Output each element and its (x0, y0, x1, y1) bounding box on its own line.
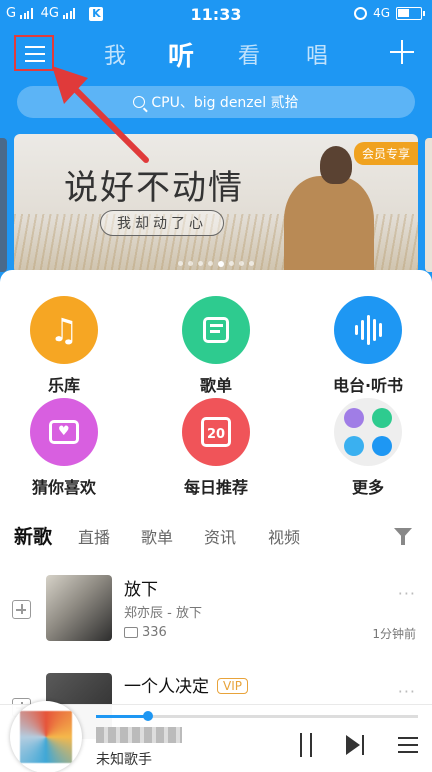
comment-count: 336 (142, 625, 167, 640)
music-note-icon: ♫ (30, 296, 98, 364)
entry-label: 更多 (351, 478, 384, 497)
add-song-button[interactable] (12, 600, 31, 619)
comment-icon (124, 627, 138, 638)
filter-icon[interactable] (394, 528, 412, 545)
sound-wave-icon (334, 296, 402, 364)
song-cover-image (46, 575, 112, 641)
banner-subtitle: 我却动了心 (100, 210, 224, 236)
banner-dot (229, 261, 234, 266)
song-time: 1分钟前 (372, 627, 416, 641)
tab-news[interactable]: 资讯 (204, 524, 236, 548)
alarm-icon (354, 6, 368, 20)
track-name-blurred (96, 727, 182, 743)
tab-live[interactable]: 直播 (78, 524, 110, 548)
player-artist: 未知歌手 (96, 752, 152, 768)
search-icon (133, 96, 146, 108)
network-right-label: 4G (373, 6, 390, 20)
entry-daily-picks[interactable]: 20 每日推荐 (156, 398, 276, 498)
hamburger-icon (25, 46, 45, 48)
banner-dot (218, 261, 224, 267)
battery-icon (396, 6, 425, 20)
playlist-icon (182, 296, 250, 364)
song-artist: 郑亦辰 - 放下 (124, 606, 202, 621)
banner-dot (249, 261, 254, 266)
status-bar: G 4G K 11:33 4G (0, 0, 432, 30)
tab-playlists[interactable]: 歌单 (141, 524, 173, 548)
search-placeholder: CPU、big denzel 贰拾 (151, 95, 299, 111)
banner-prev-peek (0, 138, 7, 272)
banner-dot (208, 261, 213, 266)
content-tabs: 新歌 直播 歌单 资讯 视频 (0, 520, 432, 550)
song-more-icon[interactable]: ··· (398, 682, 416, 701)
song-more-icon[interactable]: ··· (398, 584, 416, 603)
tab-listen[interactable]: 听 (168, 36, 194, 73)
tab-videos[interactable]: 视频 (268, 524, 300, 548)
app-screen: G 4G K 11:33 4G 我 听 看 唱 CPU、big denzel 贰… (0, 0, 432, 772)
menu-button[interactable] (14, 35, 54, 71)
banner-title: 说好不动情 (64, 168, 244, 208)
next-track-button[interactable] (346, 735, 366, 755)
entry-library[interactable]: ♫ 乐库 (4, 296, 124, 396)
entry-label: 每日推荐 (183, 478, 248, 497)
banner-next-peek (425, 138, 432, 272)
tab-sing[interactable]: 唱 (306, 38, 328, 70)
playback-progress[interactable] (96, 711, 418, 721)
song-title: 放下 (124, 580, 158, 600)
song-row[interactable]: 放下 郑亦辰 - 放下 336 1分钟前 ··· (0, 572, 432, 672)
banner-person-image (276, 146, 376, 274)
top-nav: 我 听 看 唱 (0, 30, 432, 80)
song-title: 一个人决定 VIP (124, 672, 248, 697)
banner-dot (188, 261, 193, 266)
banner-dot (178, 261, 183, 266)
entry-guess-you-like[interactable]: 猜你喜欢 (4, 398, 124, 498)
song-comments[interactable]: 336 (124, 625, 167, 640)
radio-heart-icon (30, 398, 98, 466)
progress-knob[interactable] (142, 711, 153, 721)
playlist-queue-button[interactable] (398, 737, 418, 755)
search-bar[interactable]: CPU、big denzel 贰拾 (17, 86, 415, 118)
pause-button[interactable] (298, 733, 314, 757)
banner-pagination (14, 261, 418, 267)
entry-label: 乐库 (47, 376, 80, 395)
add-button[interactable] (390, 40, 414, 64)
banner-member-tag: 会员专享 (353, 142, 418, 165)
banner-dot (239, 261, 244, 266)
more-apps-icon (334, 398, 402, 466)
song-title-text: 一个人决定 (124, 677, 209, 697)
promo-banner[interactable]: 说好不动情 我却动了心 会员专享 (14, 134, 418, 274)
calendar-date: 20 (201, 417, 231, 447)
tab-watch[interactable]: 看 (238, 38, 260, 70)
entry-radio-audiobook[interactable]: 电台·听书 (308, 296, 428, 396)
entry-label: 歌单 (199, 376, 232, 395)
banner-dot (198, 261, 203, 266)
vip-badge: VIP (217, 678, 248, 694)
status-right: 4G (354, 6, 425, 20)
entry-label: 猜你喜欢 (31, 478, 96, 497)
tab-new-songs[interactable]: 新歌 (14, 522, 52, 549)
entry-playlist[interactable]: 歌单 (156, 296, 276, 396)
progress-fill (96, 715, 148, 718)
player-album-art[interactable] (10, 701, 82, 772)
calendar-icon: 20 (182, 398, 250, 466)
tab-me[interactable]: 我 (104, 38, 126, 70)
mini-player[interactable]: 未知歌手 (0, 701, 432, 772)
entry-label: 电台·听书 (332, 376, 404, 395)
entry-more[interactable]: 更多 (308, 398, 428, 498)
